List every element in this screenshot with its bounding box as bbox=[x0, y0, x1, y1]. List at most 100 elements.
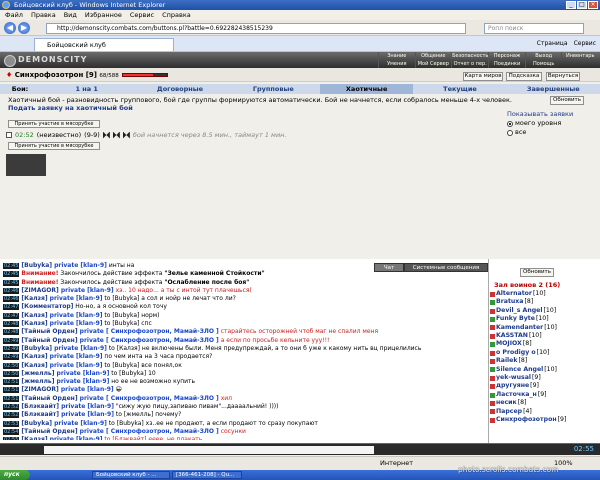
bid-radio[interactable] bbox=[6, 132, 12, 138]
menu-item-1[interactable]: Правка bbox=[31, 10, 56, 20]
chat-author[interactable]: [Тайный Орден] bbox=[21, 395, 77, 402]
topnav-item-8[interactable]: Отчет о пер. bbox=[451, 60, 488, 68]
show-all-option[interactable]: все bbox=[507, 128, 573, 137]
player-name[interactable]: Alternator bbox=[496, 290, 532, 298]
chat-timestamp[interactable]: 02:50 bbox=[3, 362, 20, 369]
hint-button[interactable]: Подсказка bbox=[506, 72, 542, 81]
chat-author[interactable]: [Калзя] bbox=[21, 312, 47, 319]
chat-timestamp[interactable]: 02:48 bbox=[3, 321, 20, 328]
page-menu-button[interactable]: Страница bbox=[537, 39, 568, 49]
chat-timestamp[interactable]: 02:55 bbox=[3, 437, 20, 440]
room-player[interactable]: Kamendanter [10] bbox=[490, 324, 598, 332]
join-mincer-button-2[interactable]: Принять участие в мясорубке bbox=[8, 142, 100, 150]
task-browser[interactable]: Бойцовский клуб - ... bbox=[92, 471, 170, 479]
world-map-button[interactable]: Карта миров bbox=[463, 72, 503, 81]
submit-bid-link[interactable]: Подать заявку на хаотичный бой bbox=[8, 104, 133, 112]
chat-timestamp[interactable]: 02:45 bbox=[3, 279, 20, 286]
room-player[interactable]: Синхрофозотрон [9] bbox=[490, 416, 598, 424]
topnav-item-3[interactable]: Персонаж bbox=[488, 52, 525, 60]
chat-timestamp[interactable]: 02:47 bbox=[3, 304, 20, 311]
chat-author[interactable]: [Калзя] bbox=[21, 295, 47, 302]
chat-author[interactable]: [Bubyka] bbox=[21, 345, 52, 352]
player-name[interactable]: Bratuxa bbox=[496, 298, 523, 306]
topnav-item-5[interactable]: Инвентарь bbox=[561, 52, 598, 60]
chat-timestamp[interactable]: 02:49 bbox=[3, 337, 20, 344]
topnav-item-7[interactable]: Мой Сервер bbox=[414, 60, 452, 68]
chat-author[interactable]: [Bubyka] bbox=[21, 420, 52, 427]
chat-author[interactable]: [Блэквайт] bbox=[21, 411, 59, 418]
chat-timestamp[interactable]: 02:51 bbox=[3, 379, 20, 386]
tools-menu-button[interactable]: Сервис bbox=[574, 39, 596, 49]
chat-author[interactable]: [Тайный Орден] bbox=[21, 328, 77, 335]
tab-battle-1[interactable]: Договорные bbox=[133, 84, 226, 94]
room-player[interactable]: o Prodigy o [10] bbox=[490, 349, 598, 357]
back-icon[interactable]: ◀ bbox=[4, 22, 16, 34]
tab-battle-3[interactable]: Хаотичные bbox=[319, 84, 414, 94]
chat-timestamp[interactable]: 02:52 bbox=[3, 412, 20, 419]
topnav-item-0[interactable]: Знание bbox=[378, 52, 415, 60]
room-player[interactable]: несик [8] bbox=[490, 399, 598, 407]
chat-timestamp[interactable]: 02:46 bbox=[3, 287, 20, 294]
room-player[interactable]: yek-wusal [9] bbox=[490, 374, 598, 382]
player-name[interactable]: Синхрофозотрон bbox=[496, 416, 557, 424]
chat-timestamp[interactable]: 02:52 bbox=[3, 404, 20, 411]
chat-author[interactable]: [ZIMAGOR] bbox=[21, 287, 58, 294]
tab-battle-5[interactable]: Завершенные bbox=[507, 84, 600, 94]
room-refresh-button[interactable]: Обновить bbox=[520, 268, 554, 277]
player-name[interactable]: ♦ Синхрофозотрон [9] 68/588 bbox=[6, 71, 119, 79]
refresh-button[interactable]: Обновить bbox=[550, 96, 584, 105]
chat-author[interactable]: [Тайный Орден] bbox=[21, 428, 77, 435]
forward-icon[interactable]: ▶ bbox=[18, 22, 30, 34]
tab-battle-2[interactable]: Групповые bbox=[227, 84, 320, 94]
chat-timestamp[interactable]: 02:50 bbox=[3, 370, 20, 377]
room-player[interactable]: Bratuxa [8] bbox=[490, 298, 598, 306]
room-player[interactable]: Парсер [4] bbox=[490, 408, 598, 416]
chat-author[interactable]: [жмелль] bbox=[21, 370, 54, 377]
topnav-item-10[interactable]: Помощь bbox=[524, 60, 562, 68]
chat-author[interactable]: [Комментатор] bbox=[21, 303, 73, 310]
maximize-button[interactable]: □ bbox=[577, 1, 587, 9]
chat-timestamp[interactable]: 02:49 bbox=[3, 345, 20, 352]
player-name[interactable]: несик bbox=[496, 399, 517, 407]
minimize-button[interactable]: _ bbox=[566, 1, 576, 9]
player-name[interactable]: Ласточка_н bbox=[496, 391, 537, 399]
player-name[interactable]: KASSTAN bbox=[496, 332, 528, 340]
close-button[interactable]: × bbox=[588, 1, 598, 9]
chat-author[interactable]: [Калзя] bbox=[21, 353, 47, 360]
topnav-item-6[interactable]: Умения bbox=[378, 60, 415, 68]
chat-timestamp[interactable]: 02:45 bbox=[3, 271, 20, 278]
chat-author[interactable]: [Калзя] bbox=[21, 320, 47, 327]
chat-author[interactable]: [ZIMAGOR] bbox=[21, 386, 58, 393]
menu-item-2[interactable]: Вид bbox=[64, 10, 77, 20]
chat-timestamp[interactable]: 02:51 bbox=[3, 387, 20, 394]
room-player[interactable]: Devil_s Angel [10] bbox=[490, 307, 598, 315]
topnav-item-9[interactable]: Поединки bbox=[488, 60, 525, 68]
chat-timestamp[interactable]: 02:54 bbox=[3, 428, 20, 435]
player-name[interactable]: Silence Angel bbox=[496, 366, 543, 374]
join-mincer-button[interactable]: Принять участие в мясорубке bbox=[8, 120, 100, 128]
menu-item-3[interactable]: Избранное bbox=[85, 10, 122, 20]
chat-timestamp[interactable]: 02:51 bbox=[3, 395, 20, 402]
tab-battle-4[interactable]: Текущие bbox=[413, 84, 506, 94]
return-button[interactable]: Вернуться bbox=[546, 72, 580, 81]
room-player[interactable]: Alternator [10] bbox=[490, 290, 598, 298]
player-name[interactable]: Парсер bbox=[496, 408, 522, 416]
chat-author[interactable]: [Bubyka] bbox=[21, 262, 52, 269]
room-player[interactable]: Ласточка_н [9] bbox=[490, 391, 598, 399]
search-input[interactable]: Ропл поиск bbox=[484, 23, 584, 34]
chat-author[interactable]: [жмелль] bbox=[21, 378, 54, 385]
player-name[interactable]: Railek bbox=[496, 357, 518, 365]
room-player[interactable]: другуяне [9] bbox=[490, 382, 598, 390]
topnav-item-4[interactable]: Выход bbox=[524, 52, 562, 60]
chat-timestamp[interactable]: 02:53 bbox=[3, 420, 20, 427]
hit-counter[interactable] bbox=[6, 154, 46, 176]
chat-author[interactable]: [Калзя] bbox=[21, 362, 47, 369]
chat-input[interactable] bbox=[44, 446, 374, 454]
room-player[interactable]: MOJIOX [8] bbox=[490, 340, 598, 348]
room-player[interactable]: Funky Byte [10] bbox=[490, 315, 598, 323]
chat-author[interactable]: [Калзя] bbox=[21, 436, 47, 440]
player-name[interactable]: MOJIOX bbox=[496, 340, 522, 348]
tab-battle-0[interactable]: 1 на 1 bbox=[40, 84, 133, 94]
task-icq[interactable]: [366-461-208] - Qu... bbox=[172, 471, 242, 479]
room-player[interactable]: KASSTAN [10] bbox=[490, 332, 598, 340]
